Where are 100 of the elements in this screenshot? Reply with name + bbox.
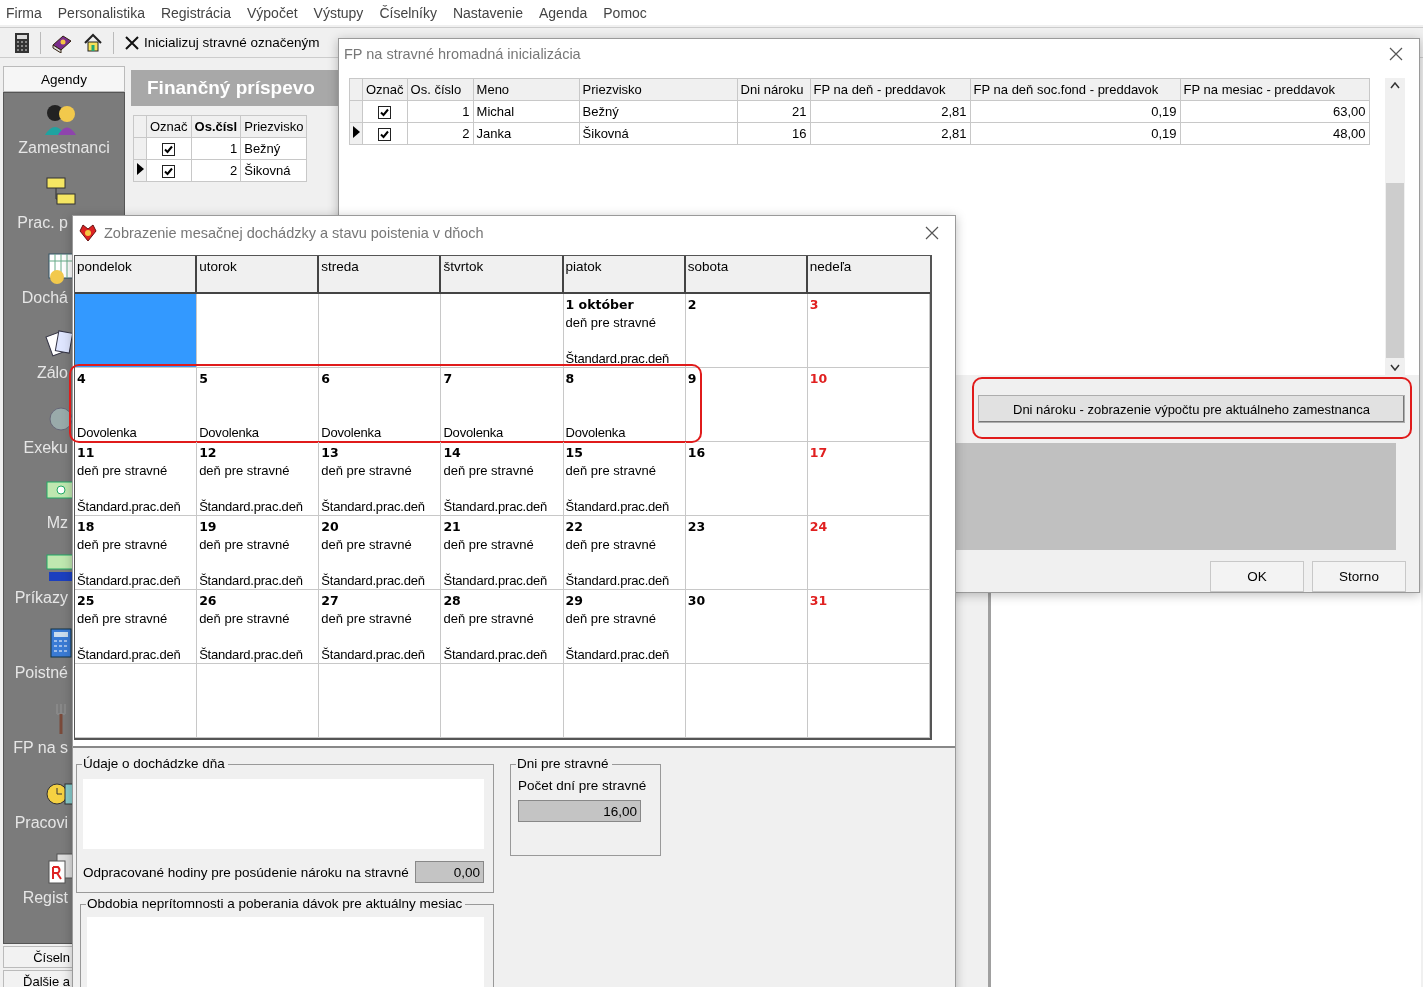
calendar-day[interactable]: 24 xyxy=(807,516,930,590)
day-status: Dovolenka xyxy=(321,425,382,440)
day-number: 3 xyxy=(809,296,820,314)
menu-item[interactable]: Číselníky xyxy=(371,4,445,21)
day-number: 5 xyxy=(199,370,209,388)
value-field[interactable]: 16,00 xyxy=(518,800,641,822)
initialize-button[interactable]: Inicializuj stravné označeným xyxy=(124,34,320,51)
checkbox[interactable] xyxy=(378,128,392,142)
calendar-day[interactable]: 17 xyxy=(807,442,930,516)
day-note: deň pre stravné xyxy=(321,537,413,552)
column-header[interactable]: Priezvisko xyxy=(579,78,738,101)
calendar-day[interactable]: 31 xyxy=(807,590,930,664)
scroll-up-icon[interactable] xyxy=(1390,82,1400,89)
app-logo-icon xyxy=(78,222,98,243)
calendar-day[interactable] xyxy=(441,294,564,368)
day-number: 28 xyxy=(443,592,462,610)
menu-item[interactable]: Registrácia xyxy=(152,4,239,21)
calendar-day[interactable]: 1 október deň pre stravné Štandard.prac.deň xyxy=(563,294,686,368)
weekday-header: štvrtok xyxy=(441,256,564,294)
checkbox[interactable] xyxy=(162,165,176,179)
calendar-day[interactable]: 6 Dovolenka xyxy=(319,368,442,442)
people-icon xyxy=(45,105,76,135)
column-header[interactable]: FP na mesiac - preddavok xyxy=(1180,78,1370,101)
day-number: 1 október xyxy=(565,296,635,314)
menu-item[interactable]: Nastavenie xyxy=(444,4,531,21)
calendar-day[interactable] xyxy=(75,294,198,368)
table-cell: Bežný xyxy=(579,100,738,123)
table-cell: 48,00 xyxy=(1180,122,1370,145)
menu-item[interactable]: Výstupy xyxy=(305,4,372,21)
window-title: Zobrazenie mesačnej dochádzky a stavu poistenia v dňoch xyxy=(104,224,485,241)
column-header[interactable]: FP na deň - preddavok xyxy=(810,78,971,101)
day-number: 27 xyxy=(321,592,340,610)
menu-item[interactable]: Pomoc xyxy=(595,4,655,21)
day-number: 2 xyxy=(687,296,698,314)
value-field[interactable]: 0,00 xyxy=(414,861,484,883)
table-cell: 2,81 xyxy=(810,122,971,145)
calendar-day[interactable]: 30 xyxy=(685,590,808,664)
column-header[interactable]: Os.čísl xyxy=(191,115,241,138)
calendar-day[interactable]: 16 xyxy=(685,442,808,516)
close-icon[interactable] xyxy=(1389,47,1403,61)
calendar-day[interactable] xyxy=(319,294,442,368)
calendar-day[interactable]: 28 deň pre stravné Štandard.prac.deň xyxy=(441,590,564,664)
column-header[interactable]: Os. číslo xyxy=(407,78,474,101)
home-icon[interactable] xyxy=(83,32,103,53)
calendar-day[interactable]: 8 Dovolenka xyxy=(563,368,686,442)
column-header[interactable]: Meno xyxy=(473,78,580,101)
detail-button[interactable]: Dni nároku - zobrazenie výpočtu pre aktuálneho zamestnanca xyxy=(978,395,1405,423)
close-icon[interactable] xyxy=(925,225,939,240)
calendar-day[interactable]: 25 deň pre stravné Štandard.prac.deň xyxy=(75,590,198,664)
menu-item[interactable]: Firma xyxy=(0,4,50,21)
menu-item[interactable]: Personalistika xyxy=(49,4,153,21)
row-pointer-icon xyxy=(136,163,144,175)
table-cell: Michal xyxy=(473,100,580,123)
table-cell: Šikovná xyxy=(240,159,307,182)
menu-item[interactable]: Agenda xyxy=(531,4,596,21)
calendar-day[interactable]: 5 Dovolenka xyxy=(197,368,320,442)
sidebar-tab[interactable]: Agendy xyxy=(3,66,125,92)
checkbox[interactable] xyxy=(378,106,392,120)
sidebar-item[interactable]: Prac. p xyxy=(4,214,68,232)
calendar-day[interactable]: 29 deň pre stravné Štandard.prac.deň xyxy=(563,590,686,664)
column-header[interactable]: Označ xyxy=(146,115,192,138)
day-status: Štandard.prac.deň xyxy=(77,573,182,588)
dialog-button[interactable]: OK xyxy=(1210,561,1304,592)
day-note: deň pre stravné xyxy=(77,463,169,478)
calendar-day[interactable] xyxy=(197,294,320,368)
calendar-day[interactable]: 3 xyxy=(807,294,930,368)
column-header[interactable]: Označ xyxy=(362,78,408,101)
calendar-day[interactable]: 9 xyxy=(685,368,808,442)
dialog-button[interactable]: Storno xyxy=(1312,561,1406,592)
day-status: Štandard.prac.deň xyxy=(443,573,548,588)
calendar-day[interactable]: 2 xyxy=(685,294,808,368)
scrollbar[interactable] xyxy=(1385,78,1405,375)
calendar-day[interactable]: 27 deň pre stravné Štandard.prac.deň xyxy=(319,590,442,664)
table-cell: 0,19 xyxy=(970,100,1181,123)
coin-icon xyxy=(49,407,73,431)
day-note: deň pre stravné xyxy=(199,463,291,478)
table-cell: 21 xyxy=(737,100,811,123)
day-status: Štandard.prac.deň xyxy=(77,499,182,514)
column-header[interactable]: Dni nároku xyxy=(737,78,811,101)
table-cell: 2 xyxy=(407,122,474,145)
column-header[interactable]: FP na deň soc.fond - preddavok xyxy=(970,78,1181,101)
table-cell: 63,00 xyxy=(1180,100,1370,123)
day-status: Štandard.prac.deň xyxy=(443,647,548,662)
day-note: deň pre stravné xyxy=(199,611,291,626)
weekday-header: utorok xyxy=(197,256,320,294)
calendar-day[interactable]: 7 Dovolenka xyxy=(441,368,564,442)
field-label: Počet dní pre stravné xyxy=(518,778,647,793)
day-number: 22 xyxy=(565,518,584,536)
menu-item[interactable]: Výpočet xyxy=(238,4,306,21)
day-note: deň pre stravné xyxy=(565,463,657,478)
day-note: deň pre stravné xyxy=(565,611,657,626)
checkbox[interactable] xyxy=(162,143,176,157)
day-status: Štandard.prac.deň xyxy=(565,351,671,366)
calendar-day[interactable]: 10 xyxy=(807,368,930,442)
calendar-day[interactable]: 26 deň pre stravné Štandard.prac.deň xyxy=(197,590,320,664)
calculator-icon[interactable] xyxy=(14,31,30,54)
scroll-down-icon[interactable] xyxy=(1390,364,1400,371)
calendar-day[interactable]: 23 xyxy=(685,516,808,590)
column-header[interactable]: Priezvisko xyxy=(240,115,307,138)
row-pointer-icon xyxy=(352,126,360,138)
